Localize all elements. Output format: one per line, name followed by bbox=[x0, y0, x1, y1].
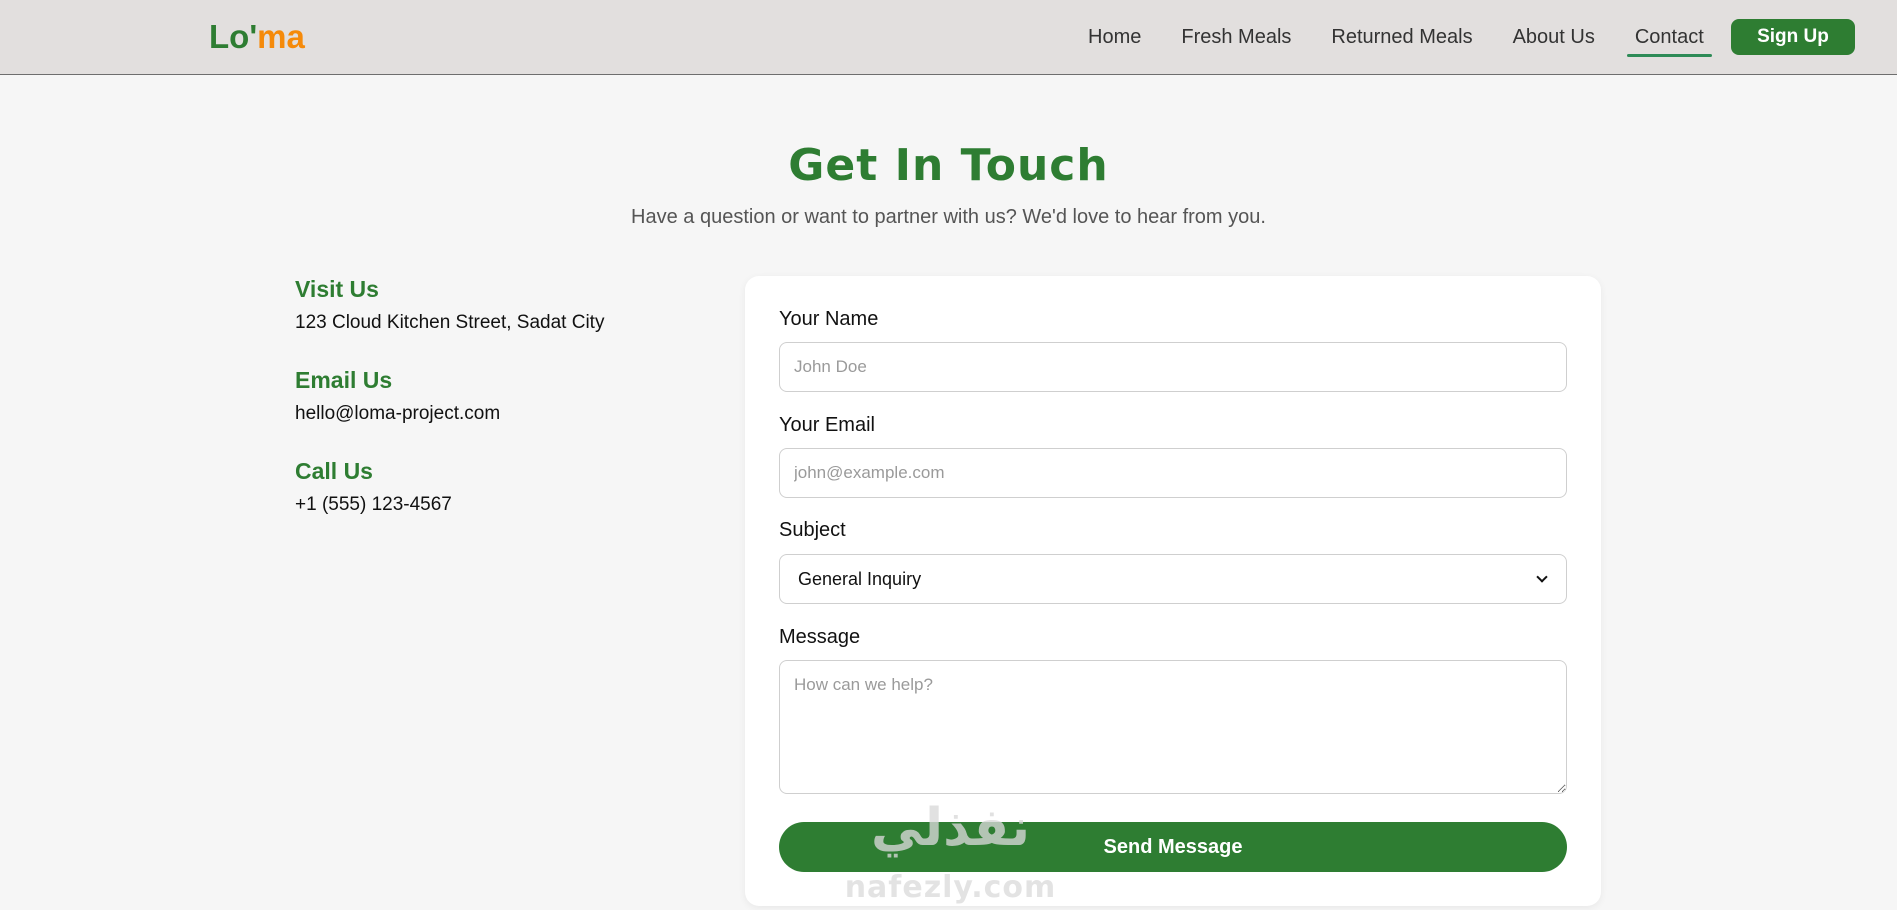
main-nav: Home Fresh Meals Returned Meals About Us… bbox=[1088, 22, 1736, 57]
contact-info: Visit Us 123 Cloud Kitchen Street, Sadat… bbox=[295, 275, 715, 548]
logo-part-lo: Lo' bbox=[209, 18, 258, 55]
info-visit: Visit Us 123 Cloud Kitchen Street, Sadat… bbox=[295, 275, 715, 334]
page-subtitle: Have a question or want to partner with … bbox=[631, 206, 1266, 228]
logo-part-ma: ma bbox=[257, 18, 305, 55]
site-logo[interactable]: Lo'ma bbox=[209, 18, 305, 56]
subject-label: Subject bbox=[779, 519, 846, 541]
info-heading-email: Email Us bbox=[295, 367, 393, 393]
nav-link-home[interactable]: Home bbox=[1088, 22, 1149, 52]
info-call: Call Us +1 (555) 123-4567 bbox=[295, 457, 715, 516]
info-address: 123 Cloud Kitchen Street, Sadat City bbox=[295, 312, 605, 333]
message-textarea[interactable] bbox=[779, 660, 1567, 794]
sign-up-button[interactable]: Sign Up bbox=[1731, 19, 1855, 55]
email-input[interactable] bbox=[779, 448, 1567, 498]
nav-link-about-us[interactable]: About Us bbox=[1505, 22, 1603, 52]
info-heading-call: Call Us bbox=[295, 458, 373, 484]
subject-select[interactable]: General Inquiry bbox=[779, 554, 1567, 604]
info-phone: +1 (555) 123-4567 bbox=[295, 494, 452, 515]
top-navbar: Lo'ma Home Fresh Meals Returned Meals Ab… bbox=[0, 0, 1897, 75]
info-email: Email Us hello@loma-project.com bbox=[295, 366, 715, 425]
nav-link-fresh-meals[interactable]: Fresh Meals bbox=[1173, 22, 1299, 52]
chevron-down-icon bbox=[1536, 570, 1548, 583]
page-title: Get In Touch bbox=[788, 140, 1109, 191]
subject-select-value: General Inquiry bbox=[798, 568, 922, 589]
name-label: Your Name bbox=[779, 308, 879, 330]
send-message-button[interactable]: Send Message bbox=[779, 822, 1567, 872]
message-label: Message bbox=[779, 626, 861, 648]
info-email-address: hello@loma-project.com bbox=[295, 403, 501, 424]
nav-link-contact[interactable]: Contact bbox=[1626, 22, 1712, 57]
info-heading-visit: Visit Us bbox=[295, 276, 379, 302]
contact-form-card: Your Name Your Email Subject General Inq… bbox=[745, 276, 1601, 906]
email-label: Your Email bbox=[779, 414, 875, 436]
name-input[interactable] bbox=[779, 342, 1567, 392]
nav-link-returned-meals[interactable]: Returned Meals bbox=[1323, 22, 1480, 52]
